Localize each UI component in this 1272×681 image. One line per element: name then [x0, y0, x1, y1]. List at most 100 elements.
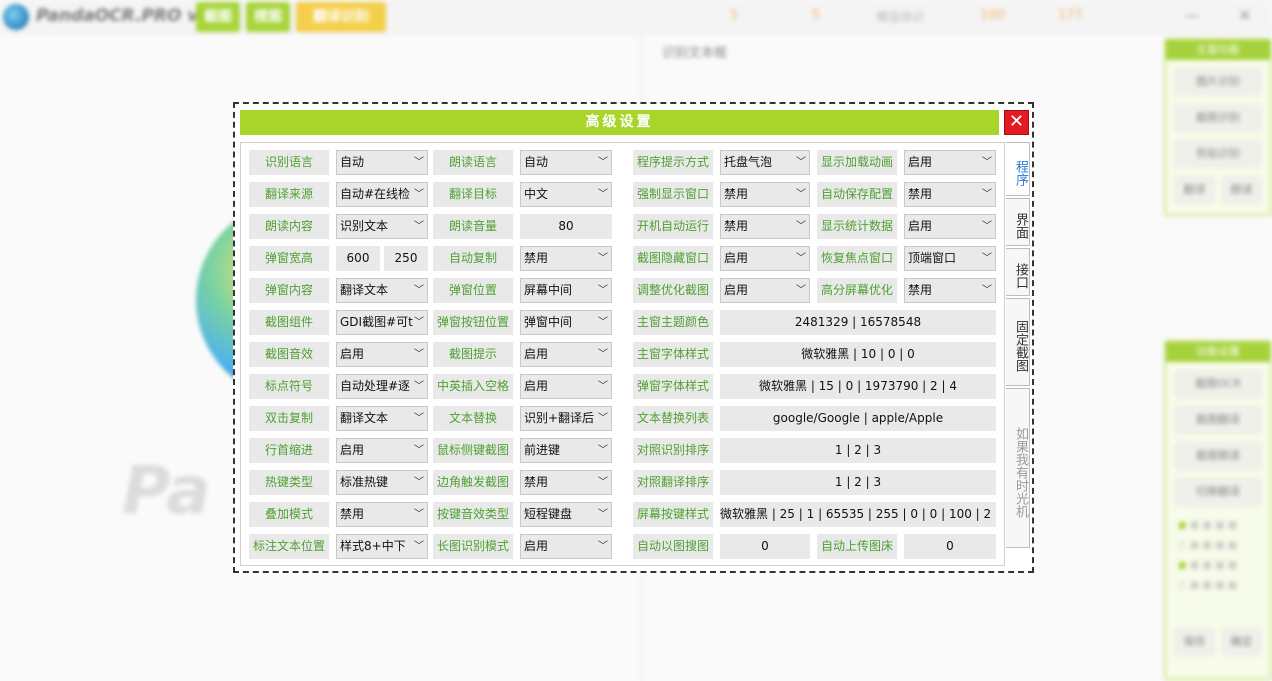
- dropdown-value: 禁用: [724, 219, 749, 233]
- setting-dropdown[interactable]: 自动处理#逐 ﹀: [336, 374, 428, 399]
- chevron-down-icon: ﹀: [414, 189, 424, 200]
- setting-dropdown[interactable]: 识别+翻译后 ﹀: [520, 406, 612, 431]
- read-aloud-button[interactable]: 朗读: [1221, 176, 1262, 204]
- stat-value: 177: [1058, 8, 1083, 23]
- setting-dropdown[interactable]: 自动#在线检 ﹀: [336, 182, 428, 207]
- save-button[interactable]: 保存: [1174, 628, 1215, 656]
- setting-dropdown[interactable]: 顶端窗口 ﹀: [904, 246, 996, 271]
- stat-label: 横竖排识: [876, 10, 925, 24]
- dropdown-value: 启用: [524, 539, 549, 553]
- main-functions-panel: 主窗功能 图片识别 截图识别 剪贴识别 翻译 朗读: [1164, 38, 1272, 216]
- setting-dropdown[interactable]: 翻译文本 ﹀: [336, 278, 428, 303]
- setting-value-field[interactable]: 微软雅黑 | 25 | 1 | 65535 | 255 | 0 | 0 | 10…: [720, 502, 996, 527]
- checkbox-row[interactable]: ● ▦ ▦ ▦ ▦: [1178, 560, 1262, 580]
- setting-label: 屏幕按键样式: [633, 502, 713, 527]
- setting-dropdown[interactable]: 自动 ﹀: [336, 150, 428, 175]
- image-search-button[interactable]: 搜图: [246, 2, 290, 32]
- setting-dropdown[interactable]: 启用 ﹀: [520, 342, 612, 367]
- setting-label: 热键类型: [249, 470, 329, 495]
- dialog-close-button[interactable]: ✕: [1004, 110, 1029, 135]
- setting-dropdown[interactable]: 启用 ﹀: [336, 438, 428, 463]
- setting-dropdown[interactable]: 中文 ﹀: [520, 182, 612, 207]
- checkbox-row[interactable]: ● ▦ ▦ ▦ ▦: [1178, 520, 1262, 540]
- setting-dropdown[interactable]: GDI截图#可t ﹀: [336, 310, 428, 335]
- setting-label: 鼠标侧键截图: [433, 438, 513, 463]
- setting-dropdown[interactable]: 弹窗中间 ﹀: [520, 310, 612, 335]
- setting-label: 开机自动运行: [633, 214, 713, 239]
- setting-dropdown[interactable]: 前进键 ﹀: [520, 438, 612, 463]
- setting-dropdown[interactable]: 启用 ﹀: [904, 214, 996, 239]
- setting-dropdown[interactable]: 禁用 ﹀: [904, 182, 996, 207]
- dropdown-value: 样式8+中下: [340, 539, 406, 553]
- setting-label: 按键音效类型: [433, 502, 513, 527]
- setting-dropdown[interactable]: 启用 ﹀: [520, 534, 612, 559]
- tab-program[interactable]: 程序: [1006, 142, 1030, 196]
- setting-dropdown[interactable]: 启用 ﹀: [720, 246, 810, 271]
- setting-value-field[interactable]: google/Google | apple/Apple: [720, 406, 996, 431]
- screenshot-ocr-hotkey[interactable]: 截图OCR: [1174, 370, 1262, 398]
- dropdown-value: 禁用: [340, 507, 365, 521]
- chevron-down-icon: ﹀: [414, 445, 424, 456]
- setting-dropdown[interactable]: 识别文本 ﹀: [336, 214, 428, 239]
- dropdown-value: 启用: [524, 379, 549, 393]
- setting-dropdown[interactable]: 屏幕中间 ﹀: [520, 278, 612, 303]
- setting-value-field[interactable]: 1 | 2 | 3: [720, 438, 996, 463]
- setting-label: 自动以图搜图: [633, 534, 713, 559]
- tab-api[interactable]: 接口: [1006, 248, 1030, 296]
- chevron-down-icon: ﹀: [414, 477, 424, 488]
- setting-value-field[interactable]: 0: [904, 534, 996, 559]
- setting-dropdown[interactable]: 翻译文本 ﹀: [336, 406, 428, 431]
- option-checkboxes[interactable]: ● ▦ ▦ ▦ ▦ ○ ▦ ▦ ▦ ▦ ● ▦ ▦ ▦ ▦ ○ ▦ ▦ ▦ ▦: [1178, 520, 1262, 610]
- setting-dropdown[interactable]: 禁用 ﹀: [720, 182, 810, 207]
- setting-dropdown[interactable]: 启用 ﹀: [720, 278, 810, 303]
- screenshot-ocr-button[interactable]: 截图识别: [1174, 104, 1262, 132]
- setting-value-field[interactable]: 2481329 | 16578548: [720, 310, 996, 335]
- setting-dropdown[interactable]: 启用 ﹀: [336, 342, 428, 367]
- screenshot-button[interactable]: 截图: [196, 2, 240, 32]
- dropdown-value: 禁用: [524, 475, 549, 489]
- popup-width-field[interactable]: 600: [336, 246, 380, 271]
- setting-dropdown[interactable]: 禁用 ﹀: [520, 246, 612, 271]
- translate-button[interactable]: 翻译: [1174, 176, 1215, 204]
- checked-icon: ●: [1178, 560, 1187, 571]
- setting-dropdown[interactable]: 启用 ﹀: [520, 374, 612, 399]
- setting-value-field[interactable]: 微软雅黑 | 15 | 0 | 1973790 | 2 | 4: [720, 374, 996, 399]
- setting-value-field[interactable]: 1 | 2 | 3: [720, 470, 996, 495]
- setting-dropdown[interactable]: 禁用 ﹀: [520, 470, 612, 495]
- confirm-button[interactable]: 确定: [1221, 628, 1262, 656]
- minimize-button[interactable]: —: [1184, 6, 1200, 25]
- setting-dropdown[interactable]: 标准热键 ﹀: [336, 470, 428, 495]
- setting-label: 弹窗按钮位置: [433, 310, 513, 335]
- checked-icon: ●: [1178, 520, 1187, 531]
- window-close-button[interactable]: ✕: [1238, 6, 1251, 25]
- setting-dropdown[interactable]: 托盘气泡 ﹀: [720, 150, 810, 175]
- setting-dropdown[interactable]: 启用 ﹀: [904, 150, 996, 175]
- setting-label: 中英插入空格: [433, 374, 513, 399]
- setting-value-field[interactable]: 微软雅黑 | 10 | 0 | 0: [720, 342, 996, 367]
- tab-interface[interactable]: 界面: [1006, 198, 1030, 246]
- setting-value-field[interactable]: 80: [520, 214, 612, 239]
- setting-dropdown[interactable]: 样式8+中下 ﹀: [336, 534, 428, 559]
- image-ocr-button[interactable]: 图片识别: [1174, 68, 1262, 96]
- panel-header: 功能设置: [1166, 342, 1270, 362]
- setting-dropdown[interactable]: 禁用 ﹀: [904, 278, 996, 303]
- popup-height-field[interactable]: 250: [384, 246, 428, 271]
- chevron-down-icon: ﹀: [598, 445, 608, 456]
- checkbox-row[interactable]: ○ ▦ ▦ ▦ ▦: [1178, 540, 1262, 560]
- tab-time-machine[interactable]: 如果我有时光机: [1006, 388, 1030, 548]
- setting-dropdown[interactable]: 自动 ﹀: [520, 150, 612, 175]
- switch-translate-hotkey[interactable]: 切换翻译: [1174, 478, 1262, 506]
- clipboard-ocr-button[interactable]: 剪贴识别: [1174, 140, 1262, 168]
- setting-value-field[interactable]: 0: [720, 534, 810, 559]
- translate-ocr-button[interactable]: 翻译识别: [296, 2, 386, 32]
- setting-dropdown[interactable]: 短程键盘 ﹀: [520, 502, 612, 527]
- setting-dropdown[interactable]: 禁用 ﹀: [720, 214, 810, 239]
- setting-label: 显示统计数据: [817, 214, 897, 239]
- tab-fixed-screenshot[interactable]: 固定截图: [1006, 298, 1030, 386]
- setting-dropdown[interactable]: 禁用 ﹀: [336, 502, 428, 527]
- screenshot-translate-hotkey[interactable]: 截图翻译: [1174, 406, 1262, 434]
- checkbox-row[interactable]: ○ ▦ ▦ ▦ ▦: [1178, 580, 1262, 600]
- setting-label: 自动保存配置: [817, 182, 897, 207]
- screenshot-read-hotkey[interactable]: 截图朗读: [1174, 442, 1262, 470]
- setting-label: 截图组件: [249, 310, 329, 335]
